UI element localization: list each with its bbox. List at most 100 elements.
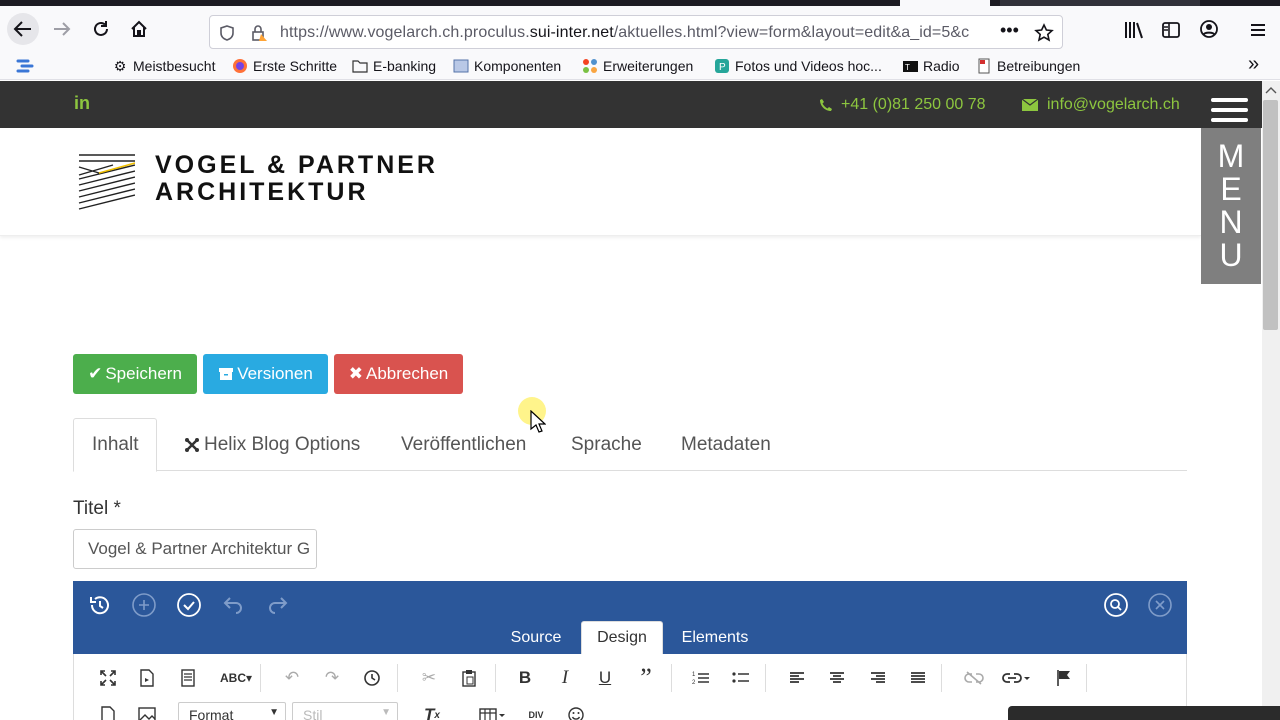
bookmark-item[interactable]: P Fotos und Videos hoc... (714, 56, 882, 76)
envelope-icon (1021, 98, 1039, 111)
blockquote-icon[interactable]: ” (632, 663, 660, 692)
web-page: in +41 (0)81 250 00 78 info@vogelarch.ch… (0, 81, 1262, 720)
email-contact[interactable]: info@vogelarch.ch (1021, 96, 1180, 114)
reload-icon (94, 21, 108, 36)
align-right-icon[interactable] (864, 665, 892, 691)
clear-format-icon[interactable]: Tx (418, 702, 446, 720)
scroll-up-icon[interactable] (1265, 86, 1277, 94)
unlink-icon[interactable] (960, 665, 988, 691)
home-button[interactable] (122, 12, 156, 46)
bold-icon[interactable]: B (511, 665, 539, 691)
system-tray-strip (1008, 706, 1280, 720)
close-icon[interactable] (1147, 592, 1173, 618)
spellcheck-icon[interactable]: ABC▾ (217, 665, 255, 691)
preview-icon[interactable] (174, 665, 202, 691)
bookmark-item[interactable]: Komponenten (453, 56, 561, 76)
browser-navbar: https://www.vogelarch.ch.proculus.sui-in… (0, 6, 1280, 52)
linkedin-icon[interactable]: in (74, 93, 90, 114)
side-menu-tab[interactable]: M E N U (1201, 128, 1261, 284)
add-icon[interactable] (131, 592, 157, 618)
bookmark-item[interactable]: T Radio (902, 56, 960, 76)
site-menu-hamburger-icon[interactable] (1211, 98, 1248, 128)
tab-sprache[interactable]: Sprache (571, 418, 642, 471)
image-icon[interactable] (133, 702, 161, 720)
divider (671, 664, 672, 692)
paste-icon[interactable] (455, 665, 483, 691)
chevron-down-icon: ▼ (269, 707, 279, 718)
bookmark-item[interactable]: Erweiterungen (582, 56, 693, 76)
redo-icon[interactable]: ↷ (318, 665, 346, 691)
align-center-icon[interactable] (823, 665, 851, 691)
bookmark-star-icon[interactable] (1034, 23, 1054, 43)
site-logo-text[interactable]: VOGEL & PARTNER ARCHITEKTUR (155, 152, 438, 206)
cut-icon[interactable]: ✂ (415, 665, 443, 691)
site-topbar: in +41 (0)81 250 00 78 info@vogelarch.ch (0, 81, 1262, 128)
editor-tab-source[interactable]: Source (498, 621, 574, 654)
bookmark-manager-icon[interactable] (16, 58, 34, 74)
editor-tab-elements[interactable]: Elements (671, 621, 759, 654)
fullscreen-icon[interactable] (94, 665, 122, 691)
reload-button[interactable] (84, 12, 118, 46)
logo-mark-icon[interactable] (77, 153, 135, 213)
image-doc-icon[interactable] (94, 702, 122, 720)
bookmark-item[interactable]: E-banking (352, 56, 436, 76)
svg-text:1: 1 (692, 672, 696, 678)
back-button[interactable] (6, 12, 40, 46)
title-input[interactable]: Vogel & Partner Architektur G (73, 529, 317, 569)
format-select[interactable]: Format ▼ (178, 702, 286, 720)
library-icon[interactable] (1123, 20, 1145, 40)
form-tabs: Inhalt Helix Blog Options Veröffentliche… (73, 418, 1187, 472)
phone-icon (820, 99, 832, 111)
div-container-icon[interactable]: DIV (522, 702, 550, 720)
underline-icon[interactable]: U (591, 665, 619, 691)
shield-icon (220, 25, 234, 41)
versions-button[interactable]: Versionen (203, 354, 328, 394)
undo-icon[interactable] (220, 592, 246, 618)
scrollbar-thumb[interactable] (1263, 100, 1278, 330)
history-icon[interactable] (87, 592, 113, 618)
divider (765, 664, 766, 692)
cancel-button[interactable]: ✖ Abbrechen (334, 354, 463, 394)
editor-tab-design[interactable]: Design (581, 621, 663, 654)
joomla-icon (582, 58, 598, 74)
save-button[interactable]: ✔ Speichern (73, 354, 197, 394)
search-icon[interactable] (1103, 592, 1129, 618)
history-icon[interactable] (358, 665, 386, 691)
style-select[interactable]: Stil ▼ (292, 702, 398, 720)
bookmark-item[interactable]: Erste Schritte (232, 56, 337, 76)
tab-veroeffentlichen[interactable]: Veröffentlichen (401, 418, 526, 471)
bookmark-item[interactable]: Betreibungen (976, 56, 1080, 76)
link-icon[interactable] (1000, 665, 1034, 691)
emoji-icon[interactable] (562, 702, 590, 720)
check-circle-icon[interactable] (176, 592, 202, 618)
x-icon: ✖ (348, 364, 363, 383)
table-icon[interactable] (476, 702, 510, 720)
forward-arrow-icon (54, 22, 71, 36)
tab-inhalt[interactable]: Inhalt (73, 418, 158, 472)
hamburger-menu-icon[interactable] (1248, 20, 1268, 40)
more-actions-icon[interactable]: ••• (1000, 20, 1019, 41)
tab-helix-blog-options[interactable]: Helix Blog Options (184, 418, 360, 471)
bullet-list-icon[interactable] (727, 665, 755, 691)
divider (397, 664, 398, 692)
home-icon (131, 20, 147, 37)
new-document-icon[interactable] (133, 665, 161, 691)
photo-icon: P (714, 58, 730, 74)
url-bar[interactable]: https://www.vogelarch.ch.proculus.sui-in… (209, 15, 1063, 49)
radio-icon: T (902, 58, 918, 74)
undo-icon[interactable]: ↶ (278, 665, 306, 691)
italic-icon[interactable]: I (551, 665, 579, 691)
account-icon[interactable] (1199, 19, 1219, 39)
ordered-list-icon[interactable]: 12 (687, 665, 715, 691)
align-left-icon[interactable] (783, 665, 811, 691)
chevrons-right-icon[interactable]: » (1248, 53, 1259, 76)
justify-icon[interactable] (904, 665, 932, 691)
phone-contact[interactable]: +41 (0)81 250 00 78 (819, 96, 986, 114)
sidebar-icon[interactable] (1161, 20, 1181, 40)
redo-icon[interactable] (265, 592, 291, 618)
forward-button[interactable] (45, 12, 79, 46)
tab-metadaten[interactable]: Metadaten (681, 418, 771, 471)
bookmark-item[interactable]: ⚙ Meistbesucht (112, 56, 216, 76)
anchor-flag-icon[interactable] (1050, 665, 1078, 691)
check-icon: ✔ (88, 364, 103, 383)
